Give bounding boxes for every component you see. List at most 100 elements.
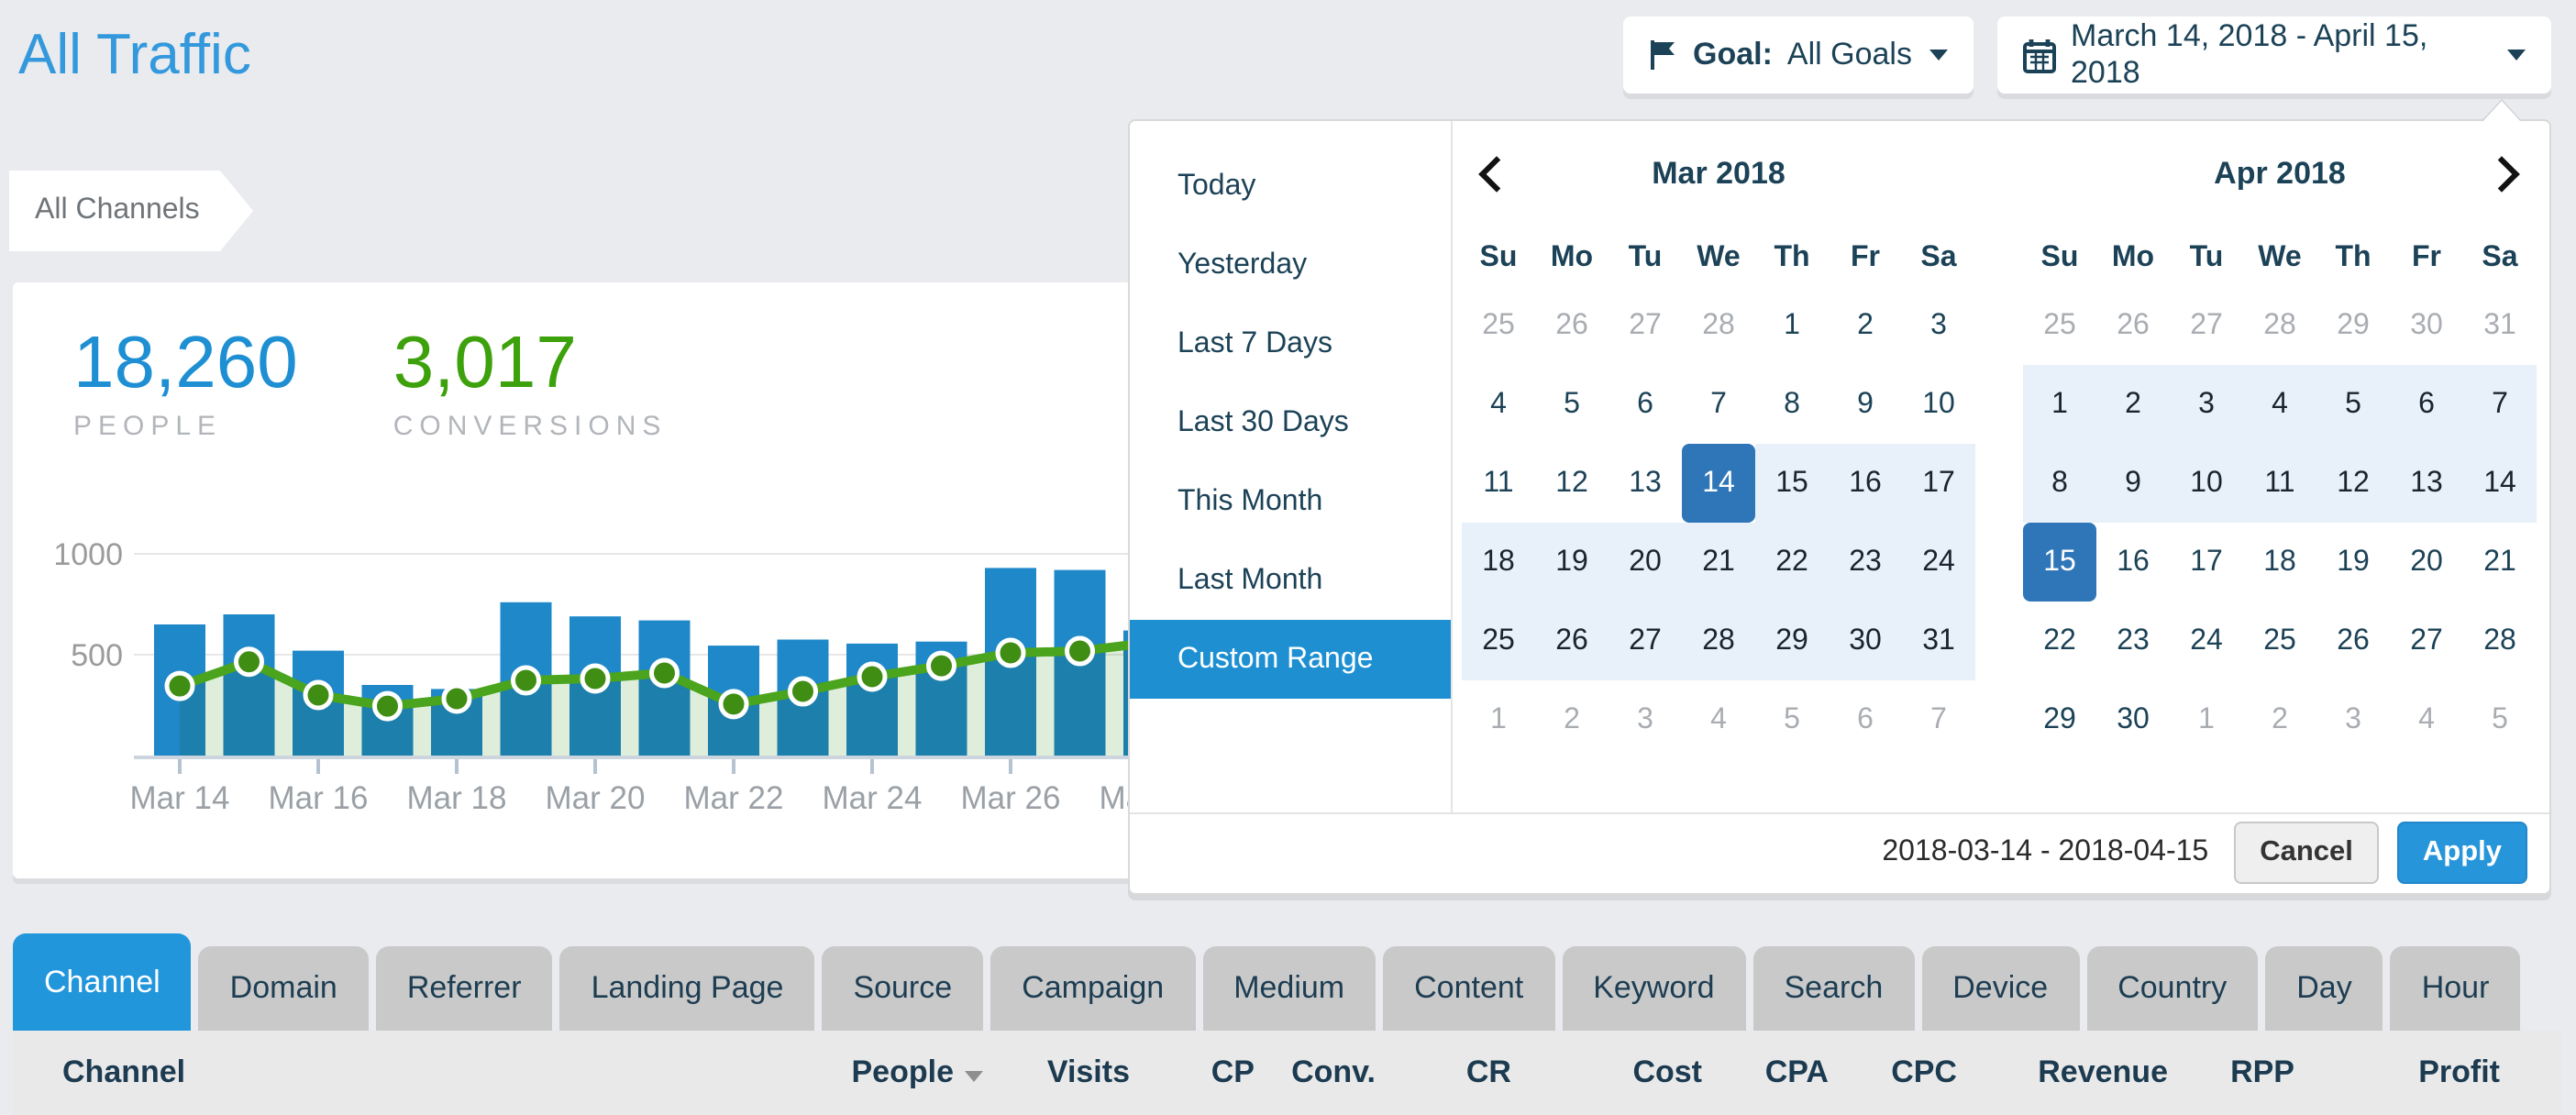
calendar-day[interactable]: 12 bbox=[2316, 443, 2390, 522]
tab-referrer[interactable]: Referrer bbox=[376, 946, 553, 1031]
calendar-day[interactable]: 4 bbox=[2243, 364, 2316, 443]
tab-search[interactable]: Search bbox=[1753, 946, 1915, 1031]
calendar-day[interactable]: 3 bbox=[1609, 679, 1682, 758]
calendar-day[interactable]: 31 bbox=[1902, 601, 1975, 679]
calendar-day[interactable]: 17 bbox=[1902, 443, 1975, 522]
calendar-day[interactable]: 27 bbox=[2390, 601, 2463, 679]
calendar-day[interactable]: 29 bbox=[1755, 601, 1829, 679]
column-header-cr[interactable]: CR bbox=[1376, 1054, 1511, 1091]
calendar-day[interactable]: 3 bbox=[2316, 679, 2390, 758]
calendar-day[interactable]: 25 bbox=[2023, 285, 2096, 364]
calendar-day[interactable]: 31 bbox=[2463, 285, 2537, 364]
column-header-cp[interactable]: CP bbox=[1130, 1054, 1255, 1091]
calendar-day[interactable]: 16 bbox=[2096, 522, 2170, 601]
calendar-day[interactable]: 28 bbox=[1682, 285, 1755, 364]
tab-country[interactable]: Country bbox=[2086, 946, 2258, 1031]
column-header-rpp[interactable]: RPP bbox=[2168, 1054, 2294, 1091]
tab-keyword[interactable]: Keyword bbox=[1562, 946, 1745, 1031]
calendar-day[interactable]: 30 bbox=[2096, 679, 2170, 758]
calendar-day[interactable]: 6 bbox=[1609, 364, 1682, 443]
calendar-day[interactable]: 24 bbox=[1902, 522, 1975, 601]
column-header-conv[interactable]: Conv. bbox=[1255, 1054, 1376, 1091]
calendar-day[interactable]: 26 bbox=[1535, 285, 1609, 364]
calendar-day[interactable]: 13 bbox=[2390, 443, 2463, 522]
calendar-day[interactable]: 27 bbox=[1609, 285, 1682, 364]
calendar-day[interactable]: 4 bbox=[1462, 364, 1535, 443]
calendar-day[interactable]: 1 bbox=[2170, 679, 2243, 758]
calendar-day[interactable]: 14 bbox=[1682, 443, 1755, 522]
calendar-day[interactable]: 1 bbox=[1462, 679, 1535, 758]
preset-custom-range[interactable]: Custom Range bbox=[1130, 619, 1451, 698]
calendar-day[interactable]: 9 bbox=[2096, 443, 2170, 522]
calendar-day[interactable]: 3 bbox=[2170, 364, 2243, 443]
calendar-day[interactable]: 18 bbox=[2243, 522, 2316, 601]
calendar-day[interactable]: 5 bbox=[2316, 364, 2390, 443]
calendar-day[interactable]: 25 bbox=[1462, 285, 1535, 364]
preset-this-month[interactable]: This Month bbox=[1130, 461, 1451, 540]
date-range-button[interactable]: March 14, 2018 - April 15, 2018 bbox=[1997, 17, 2551, 94]
tab-content[interactable]: Content bbox=[1383, 946, 1554, 1031]
preset-last-30-days[interactable]: Last 30 Days bbox=[1130, 382, 1451, 461]
calendar-day[interactable]: 10 bbox=[1902, 364, 1975, 443]
preset-today[interactable]: Today bbox=[1130, 146, 1451, 225]
calendar-day[interactable]: 28 bbox=[2463, 601, 2537, 679]
calendar-day[interactable]: 26 bbox=[1535, 601, 1609, 679]
calendar-day[interactable]: 15 bbox=[1755, 443, 1829, 522]
calendar-day[interactable]: 27 bbox=[2170, 285, 2243, 364]
column-header-cpa[interactable]: CPA bbox=[1702, 1054, 1829, 1091]
calendar-day[interactable]: 2 bbox=[2243, 679, 2316, 758]
calendar-day[interactable]: 20 bbox=[2390, 522, 2463, 601]
calendar-day[interactable]: 24 bbox=[2170, 601, 2243, 679]
calendar-day[interactable]: 2 bbox=[1829, 285, 1902, 364]
column-header-revenue[interactable]: Revenue bbox=[1957, 1054, 2168, 1091]
cancel-button[interactable]: Cancel bbox=[2234, 822, 2379, 884]
tab-medium[interactable]: Medium bbox=[1202, 946, 1376, 1031]
calendar-day[interactable]: 4 bbox=[2390, 679, 2463, 758]
calendar-day[interactable]: 5 bbox=[2463, 679, 2537, 758]
calendar-day[interactable]: 11 bbox=[1462, 443, 1535, 522]
tab-campaign[interactable]: Campaign bbox=[990, 946, 1195, 1031]
calendar-day[interactable]: 12 bbox=[1535, 443, 1609, 522]
goal-selector-button[interactable]: Goal: All Goals bbox=[1623, 17, 1974, 94]
calendar-day[interactable]: 10 bbox=[2170, 443, 2243, 522]
calendar-day[interactable]: 2 bbox=[2096, 364, 2170, 443]
calendar-day[interactable]: 18 bbox=[1462, 522, 1535, 601]
calendar-day[interactable]: 8 bbox=[2023, 443, 2096, 522]
tab-hour[interactable]: Hour bbox=[2391, 946, 2521, 1031]
calendar-day[interactable]: 30 bbox=[2390, 285, 2463, 364]
column-header-people[interactable]: People bbox=[763, 1054, 983, 1091]
tab-landing-page[interactable]: Landing Page bbox=[560, 946, 815, 1031]
calendar-day[interactable]: 21 bbox=[2463, 522, 2537, 601]
calendar-day[interactable]: 7 bbox=[2463, 364, 2537, 443]
calendar-day[interactable]: 11 bbox=[2243, 443, 2316, 522]
tab-day[interactable]: Day bbox=[2265, 946, 2383, 1031]
column-header-visits[interactable]: Visits bbox=[983, 1054, 1130, 1091]
calendar-day[interactable]: 5 bbox=[1755, 679, 1829, 758]
calendar-day[interactable]: 26 bbox=[2316, 601, 2390, 679]
apply-button[interactable]: Apply bbox=[2397, 822, 2527, 884]
preset-last-7-days[interactable]: Last 7 Days bbox=[1130, 304, 1451, 382]
calendar-day[interactable]: 14 bbox=[2463, 443, 2537, 522]
calendar-day[interactable]: 17 bbox=[2170, 522, 2243, 601]
calendar-day[interactable]: 4 bbox=[1682, 679, 1755, 758]
calendar-day[interactable]: 20 bbox=[1609, 522, 1682, 601]
preset-last-month[interactable]: Last Month bbox=[1130, 540, 1451, 619]
column-header-profit[interactable]: Profit bbox=[2294, 1054, 2500, 1091]
calendar-day[interactable]: 23 bbox=[2096, 601, 2170, 679]
calendar-day[interactable]: 1 bbox=[2023, 364, 2096, 443]
calendar-day[interactable]: 26 bbox=[2096, 285, 2170, 364]
calendar-day[interactable]: 6 bbox=[2390, 364, 2463, 443]
calendar-day[interactable]: 5 bbox=[1535, 364, 1609, 443]
calendar-day[interactable]: 23 bbox=[1829, 522, 1902, 601]
calendar-day[interactable]: 19 bbox=[1535, 522, 1609, 601]
calendar-day[interactable]: 25 bbox=[1462, 601, 1535, 679]
calendar-day[interactable]: 21 bbox=[1682, 522, 1755, 601]
calendar-day[interactable]: 15 bbox=[2023, 522, 2096, 601]
calendar-day[interactable]: 19 bbox=[2316, 522, 2390, 601]
calendar-day[interactable]: 3 bbox=[1902, 285, 1975, 364]
calendar-day[interactable]: 28 bbox=[2243, 285, 2316, 364]
calendar-day[interactable]: 7 bbox=[1902, 679, 1975, 758]
calendar-day[interactable]: 28 bbox=[1682, 601, 1755, 679]
calendar-day[interactable]: 7 bbox=[1682, 364, 1755, 443]
calendar-day[interactable]: 16 bbox=[1829, 443, 1902, 522]
